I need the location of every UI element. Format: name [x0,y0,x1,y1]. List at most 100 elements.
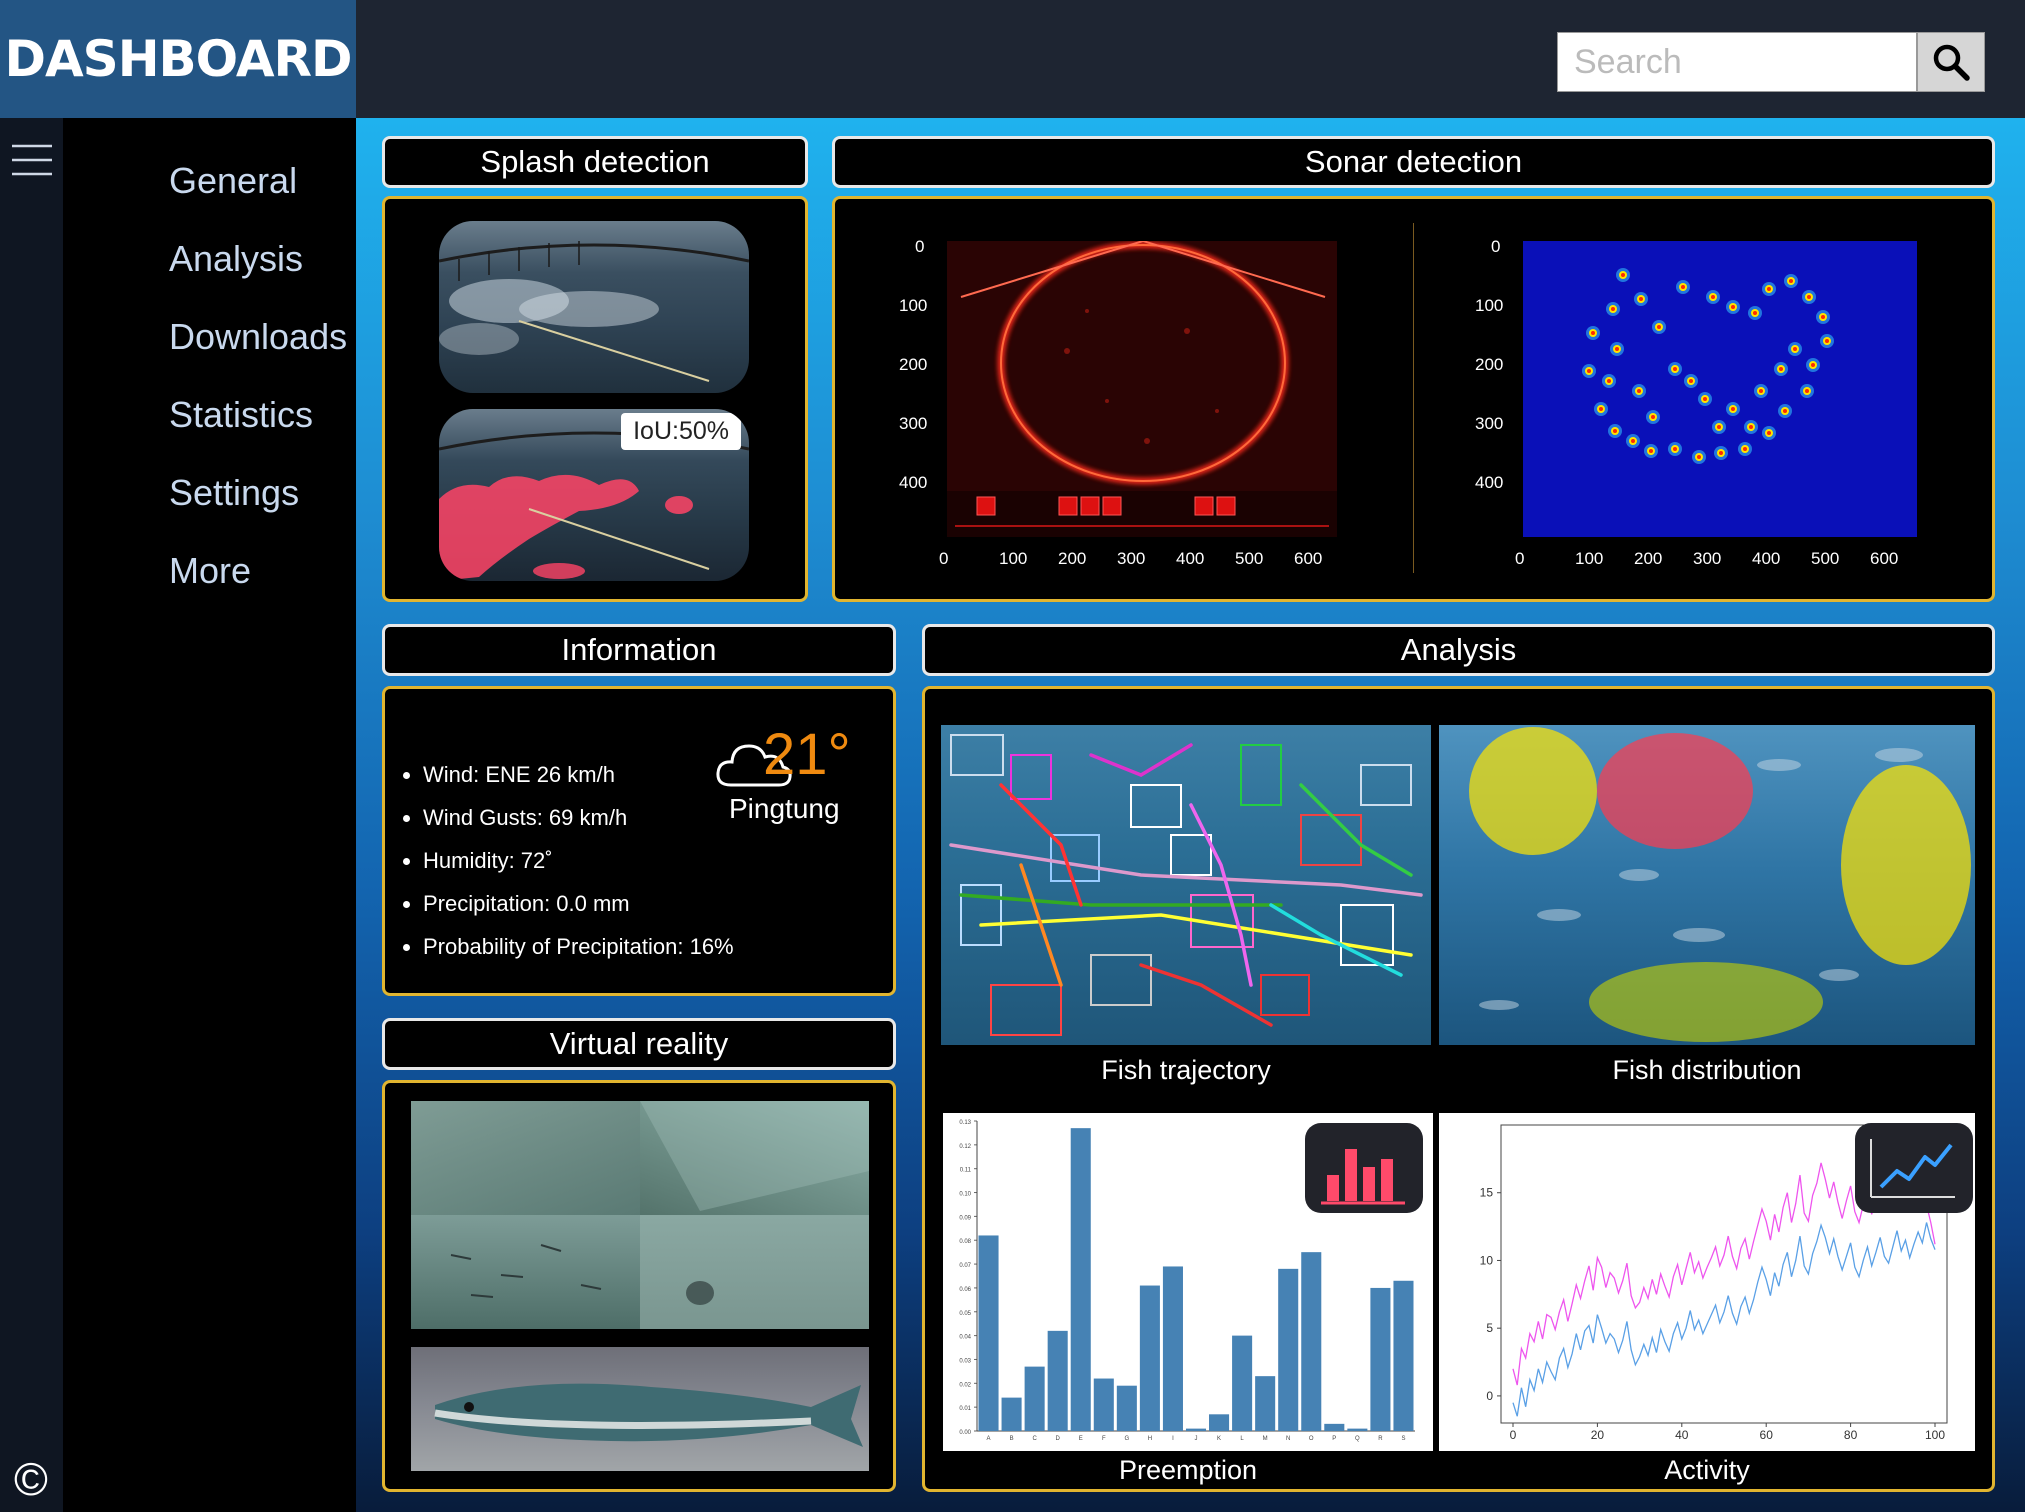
line-x-tick: 40 [1675,1428,1689,1442]
sonar-detection-panel: 0 100 200 300 400 0 100 200 300 400 500 … [832,196,1995,602]
bar-y-tick: 0.08 [959,1239,971,1245]
sonar-heat-xtick: 400 [1752,549,1781,568]
sidebar-item-downloads[interactable]: Downloads [169,316,347,358]
fish-distribution-caption: Fish distribution [1612,1055,1802,1085]
sonar-detection-header: Sonar detection [832,136,1995,188]
fish-trajectory-image[interactable] [941,725,1431,1045]
line-x-tick: 80 [1844,1428,1858,1442]
vr-view-2 [640,1101,869,1215]
bar-x-tick: N [1286,1436,1290,1442]
line-x-tick: 100 [1925,1428,1945,1442]
search-button[interactable] [1917,32,1985,92]
bar [1024,1366,1045,1431]
sonar-raw-ytick: 300 [899,414,928,433]
bar [1209,1414,1230,1431]
weather-detail-humidity: Humidity: 72˚ [423,839,734,882]
bar-y-tick: 0.12 [959,1144,971,1150]
sidebar-item-analysis[interactable]: Analysis [169,238,303,280]
line-chart-icon [1855,1123,1973,1213]
bar [1301,1252,1322,1431]
sonar-raw-xtick: 0 [939,549,949,568]
fish-distribution-image[interactable] [1439,725,1975,1045]
sonar-heat-xtick: 300 [1693,549,1722,568]
sonar-heat-ytick: 0 [1491,237,1501,256]
bar [1278,1268,1299,1431]
weather-detail-precipitation: Precipitation: 0.0 mm [423,882,734,925]
search-icon [1933,44,1970,81]
app-title: DASHBOARD [4,30,352,88]
sonar-heat-ytick: 100 [1475,296,1504,315]
activity-chart[interactable]: 0 20 40 60 80 100 0 5 10 15 [1439,1113,1975,1451]
sonar-raw-xtick: 200 [1058,549,1087,568]
splash-camera-image [439,221,749,393]
temperature: 21° [763,722,851,787]
bar-x-tick: B [1010,1436,1014,1442]
line-y-tick: 5 [1486,1321,1493,1335]
hamburger-menu-icon[interactable] [10,142,54,178]
iou-badge: IoU:50% [621,413,741,450]
bar-x-tick: R [1378,1436,1383,1442]
sonar-raw-ytick: 0 [915,237,925,256]
bar-x-tick: Q [1355,1436,1360,1442]
bar [1162,1266,1183,1431]
bar [1185,1428,1207,1431]
bar-x-tick: L [1240,1436,1244,1442]
icon-rail: © [0,118,63,1512]
activity-series-line-1 [1512,1222,1936,1417]
search-input[interactable] [1558,33,1846,91]
bar-x-tick: A [987,1436,991,1442]
line-x-tick: 0 [1510,1428,1517,1442]
weather-detail-gusts: Wind Gusts: 69 km/h [423,796,734,839]
bar [1324,1423,1345,1431]
bar-x-tick: M [1263,1436,1268,1442]
sonar-heat-ytick: 300 [1475,414,1504,433]
bar [1232,1335,1253,1431]
bar-x-tick: P [1332,1436,1336,1442]
bar-x-tick: E [1079,1436,1083,1442]
sonar-raw-image [947,240,1337,537]
line-x-tick: 20 [1591,1428,1605,1442]
analysis-panel: Fish trajectory Fish distribution 0.00 0.… [922,686,1995,1492]
bar-x-tick: O [1309,1436,1314,1442]
bar [1347,1428,1368,1431]
sidebar-item-more[interactable]: More [169,550,251,592]
sonar-heat-ytick: 200 [1475,355,1504,374]
fish-trajectory-caption: Fish trajectory [1101,1055,1271,1085]
bar-chart-icon [1305,1123,1423,1213]
preemption-chart[interactable]: 0.00 0.01 0.02 0.03 0.04 0.05 0.06 0.07 0.08 0.09… [943,1113,1433,1451]
bar-x-tick: J [1195,1436,1198,1442]
preemption-caption: Preemption [1118,1455,1258,1485]
bar-x-tick: C [1032,1436,1037,1442]
sonar-heat-ytick: 400 [1475,473,1504,492]
sonar-raw-ytick: 400 [899,473,928,492]
sonar-raw-xtick: 100 [999,549,1028,568]
splash-detection-panel: IoU:50% [382,196,808,602]
weather-detail-wind: Wind: ENE 26 km/h [423,753,734,796]
sidebar-item-settings[interactable]: Settings [169,472,299,514]
sonar-raw-ytick: 200 [899,355,928,374]
sonar-raw-xtick: 500 [1235,549,1264,568]
vr-view-1 [411,1101,640,1215]
search-box[interactable] [1557,32,1917,92]
bar-x-tick: K [1217,1436,1221,1442]
bar-y-tick: 0.09 [959,1215,971,1221]
bar [1001,1397,1022,1431]
bar-y-tick: 0.03 [959,1358,971,1364]
virtual-reality-header: Virtual reality [382,1018,896,1070]
bar-y-tick: 0.05 [959,1311,971,1317]
sonar-heat-xtick: 600 [1870,549,1899,568]
vr-scene-grid [411,1101,869,1329]
weather-details-list: Wind: ENE 26 km/h Wind Gusts: 69 km/h Hu… [399,753,734,968]
bar [978,1235,999,1431]
bar-x-tick: D [1056,1436,1061,1442]
bar-y-tick: 0.06 [959,1287,971,1293]
weather-detail-probability: Probability of Precipitation: 16% [423,925,734,968]
bar [1255,1376,1276,1431]
sidebar-item-statistics[interactable]: Statistics [169,394,313,436]
sidebar-item-general[interactable]: General [169,160,297,202]
bar-y-tick: 0.10 [959,1192,971,1198]
line-y-tick: 10 [1480,1253,1494,1267]
sonar-heat-xtick: 0 [1515,549,1525,568]
sonar-raw-xtick: 400 [1176,549,1205,568]
sonar-heatmap-image [1523,241,1917,537]
